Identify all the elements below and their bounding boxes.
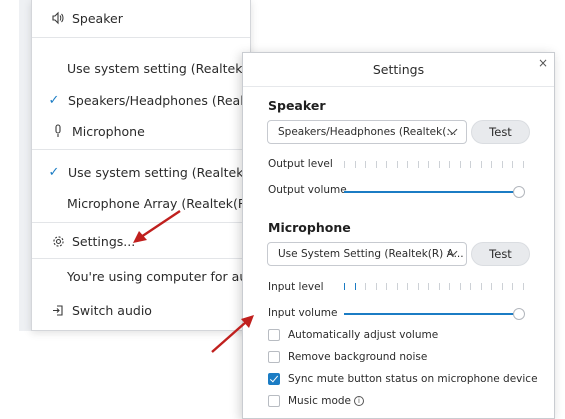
arrow-to-input-volume [211,315,254,353]
annotation-arrows [133,210,254,353]
screen: Speaker Use system setting (Realtek(R) ✓… [0,0,565,419]
arrow-to-settings [133,210,181,243]
